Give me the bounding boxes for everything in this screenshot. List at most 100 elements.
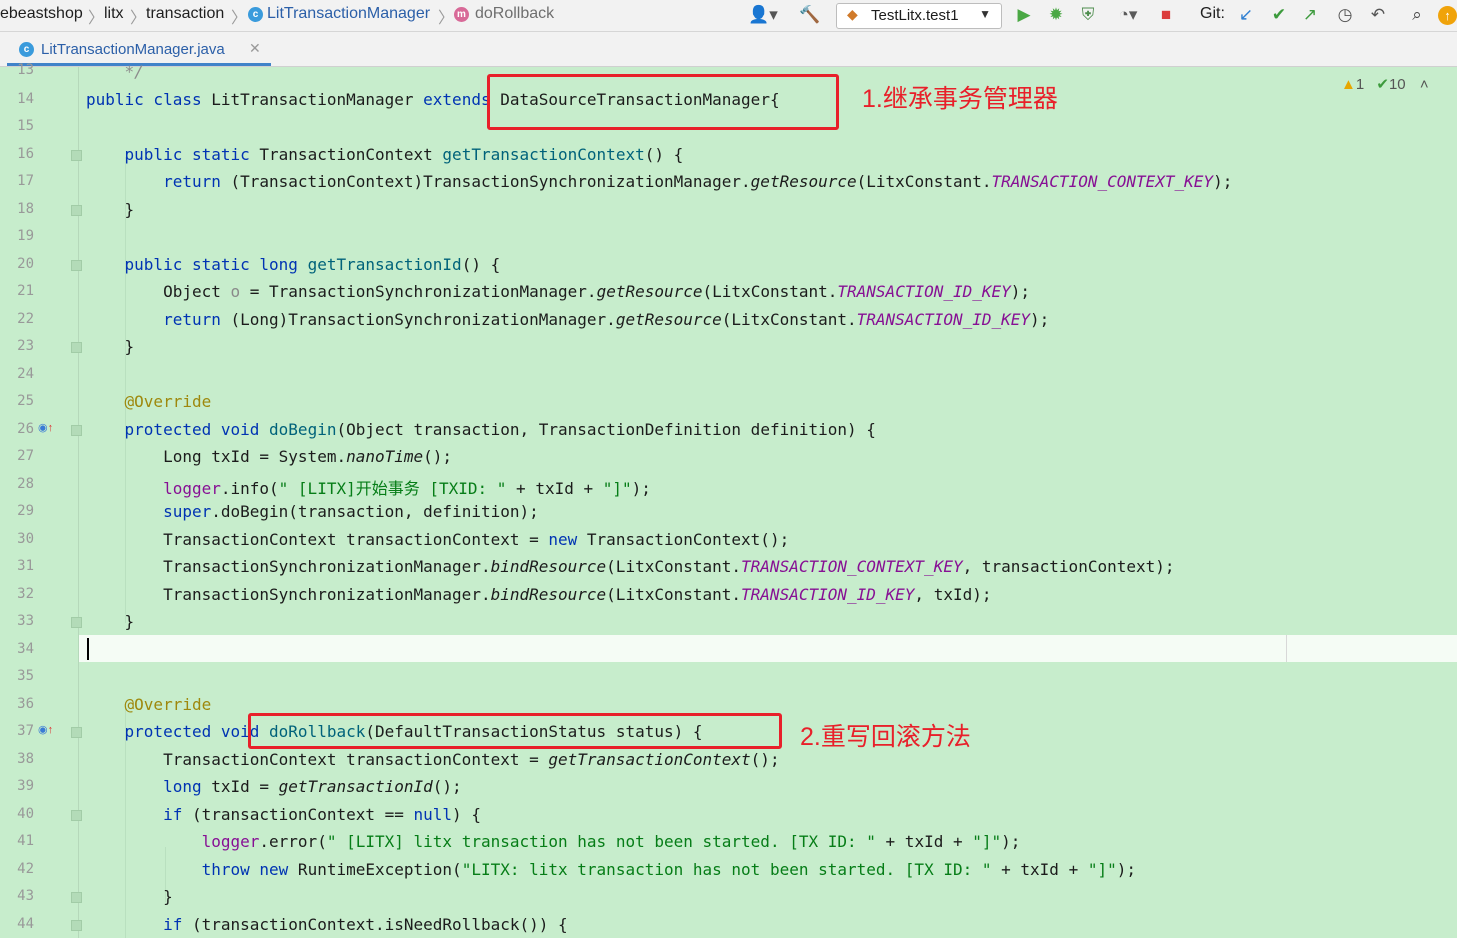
highlight-box-extends <box>487 74 839 130</box>
git-commit-icon[interactable]: ✔ <box>1269 4 1289 26</box>
typo-check-icon: ✔ <box>1376 76 1389 93</box>
typo-count: 10 <box>1388 76 1406 93</box>
current-line-highlight <box>79 635 1457 662</box>
run-configuration-select[interactable]: ◆ TestLitx.test1 ▼ <box>836 3 1002 29</box>
code-line-16: public static TransactionContext getTran… <box>86 145 684 164</box>
code-editor[interactable]: */ public class LitTransactionManager ex… <box>79 62 1457 938</box>
line-number: 39 <box>17 778 34 794</box>
code-line-39: long txId = getTransactionId(); <box>86 777 462 796</box>
line-number: 21 <box>17 283 34 299</box>
annotation-note-1: 1.继承事务管理器 <box>862 85 1058 113</box>
line-number: 44 <box>17 916 34 932</box>
code-line-44: if (transactionContext.isNeedRollback())… <box>86 915 568 934</box>
line-number: 32 <box>17 586 34 602</box>
git-update-icon[interactable]: ↙ <box>1236 4 1256 26</box>
code-line-32: TransactionSynchronizationManager.bindRe… <box>86 585 992 604</box>
code-line-17: return (TransactionContext)TransactionSy… <box>86 172 1233 191</box>
history-icon[interactable]: ◷ <box>1334 4 1356 26</box>
rollback-icon[interactable]: ↶ <box>1367 4 1389 26</box>
line-number: 40 <box>17 806 34 822</box>
breadcrumb-method[interactable]: doRollback <box>475 5 554 23</box>
line-number: 38 <box>17 751 34 767</box>
code-line-38: TransactionContext transactionContext = … <box>86 750 780 769</box>
coverage-icon[interactable]: ⛨ <box>1076 4 1100 26</box>
line-number: 25 <box>17 393 34 409</box>
line-number: 30 <box>17 531 34 547</box>
line-number: 19 <box>17 228 34 244</box>
line-number: 27 <box>17 448 34 464</box>
breadcrumb-project[interactable]: ebeastshop <box>0 5 83 23</box>
code-line-18: } <box>86 200 135 219</box>
user-icon[interactable]: 👤▾ <box>746 4 780 26</box>
git-push-icon[interactable]: ↗ <box>1300 4 1320 26</box>
code-line-31: TransactionSynchronizationManager.bindRe… <box>86 557 1175 576</box>
breadcrumb-separator: 〉 <box>438 10 455 27</box>
code-line-27: Long txId = System.nanoTime(); <box>86 447 453 466</box>
search-icon[interactable]: ⌕ <box>1406 4 1428 26</box>
breadcrumb-separator: 〉 <box>88 10 105 27</box>
class-icon: c <box>19 42 34 57</box>
tab-litransactionmanager[interactable]: c LitTransactionManager.java ✕ <box>7 32 271 66</box>
code-line-26: protected void doBegin(Object transactio… <box>86 420 876 439</box>
line-number: 22 <box>17 311 34 327</box>
code-line-42: throw new RuntimeException("LITX: litx t… <box>86 860 1136 879</box>
line-number: 17 <box>17 173 34 189</box>
build-hammer-icon[interactable]: 🔨 <box>798 4 822 26</box>
code-line-25: @Override <box>86 392 212 411</box>
chevron-down-icon: ▼ <box>979 7 991 21</box>
profile-icon[interactable]: ◔▾ <box>1108 4 1148 26</box>
line-number: 29 <box>17 503 34 519</box>
code-line-21: Object o = TransactionSynchronizationMan… <box>86 282 1031 301</box>
code-line-22: return (Long)TransactionSynchronizationM… <box>86 310 1050 329</box>
code-line-30: TransactionContext transactionContext = … <box>86 530 790 549</box>
line-number: 28 <box>17 476 34 492</box>
text-caret <box>87 638 89 660</box>
line-number: 35 <box>17 668 34 684</box>
git-label: Git: <box>1200 5 1225 22</box>
line-number: 23 <box>17 338 34 354</box>
warning-icon: ▲ <box>1341 76 1356 93</box>
line-number: 26 <box>17 421 34 437</box>
line-number: 33 <box>17 613 34 629</box>
run-configuration-label: TestLitx.test1 <box>871 7 959 24</box>
code-line-33: } <box>86 612 135 631</box>
breadcrumb-separator: 〉 <box>231 10 248 27</box>
line-number: 37 <box>17 723 34 739</box>
breadcrumb-separator: 〉 <box>130 10 147 27</box>
line-number: 13 <box>17 62 34 78</box>
annotation-note-2: 2.重写回滚方法 <box>800 723 971 751</box>
chevron-up-icon[interactable]: ˄ <box>1420 76 1429 93</box>
warning-count: 1 <box>1355 76 1365 93</box>
right-margin-guide <box>1286 635 1287 662</box>
line-number: 42 <box>17 861 34 877</box>
highlight-box-dorollback <box>248 713 782 749</box>
navigation-bar: ebeastshop 〉 litx 〉 transaction 〉 c LitT… <box>0 0 1457 32</box>
line-number: 41 <box>17 833 34 849</box>
code-line-41: logger.error(" [LITX] litx transaction h… <box>201 832 1021 851</box>
update-icon[interactable]: ↑ <box>1438 6 1457 25</box>
breadcrumb-package[interactable]: transaction <box>146 5 224 23</box>
override-method-icon[interactable]: ◉↑ <box>38 421 53 434</box>
indent-guide <box>125 157 126 623</box>
line-number: 14 <box>17 91 34 107</box>
code-line-28: logger.info(" [LITX]开始事务 [TXID: " + txId… <box>163 479 651 498</box>
code-line-43: } <box>86 887 173 906</box>
class-icon: c <box>248 7 263 22</box>
override-method-icon[interactable]: ◉↑ <box>38 723 53 736</box>
line-number: 36 <box>17 696 34 712</box>
breadcrumb-class[interactable]: LitTransactionManager <box>267 5 430 23</box>
code-line-13: */ <box>86 62 144 81</box>
run-icon[interactable]: ▶ <box>1014 4 1034 26</box>
line-number: 34 <box>17 641 34 657</box>
line-number: 43 <box>17 888 34 904</box>
line-number: 18 <box>17 201 34 217</box>
code-line-20: public static long getTransactionId() { <box>86 255 501 274</box>
line-number: 15 <box>17 118 34 134</box>
code-line-36: @Override <box>86 695 212 714</box>
stop-icon[interactable]: ■ <box>1156 4 1176 26</box>
debug-icon[interactable]: ✹ <box>1045 4 1067 26</box>
editor-gutter: 13 14 15 16 17 18 19 20 21 22 23 24 25 2… <box>0 62 82 938</box>
close-icon[interactable]: ✕ <box>249 40 261 57</box>
breadcrumb-module[interactable]: litx <box>104 5 124 23</box>
inspection-widget[interactable]: ▲1 ✔10 ˄ <box>1341 75 1429 93</box>
